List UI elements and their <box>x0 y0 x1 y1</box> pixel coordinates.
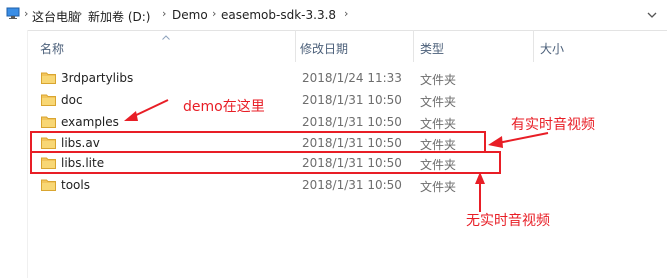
arrow-to-examples <box>124 99 169 121</box>
arrow-to-libs-av <box>488 132 549 148</box>
annotation-demo-here: demo在这里 <box>183 99 265 115</box>
annotation-with-av: 有实时音视频 <box>511 117 595 133</box>
arrow-to-libs-lite <box>475 172 485 212</box>
annotation-arrows <box>124 99 549 212</box>
annotation-without-av: 无实时音视频 <box>466 213 550 229</box>
